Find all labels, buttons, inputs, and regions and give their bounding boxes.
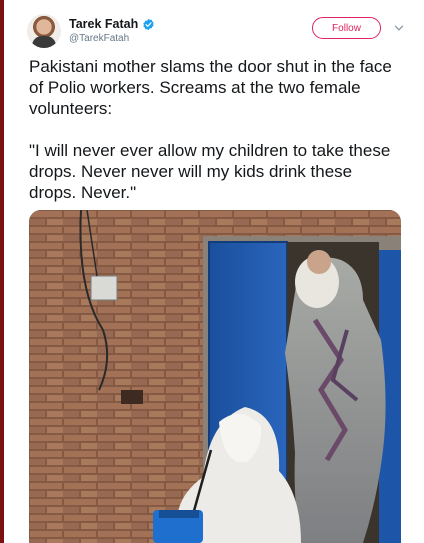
tweet-paragraph-1: Pakistani mother slams the door shut in … [29,57,392,118]
author-avatar[interactable] [27,14,61,48]
author-handle[interactable]: @TarekFatah [69,33,129,44]
chevron-down-icon[interactable] [393,22,405,34]
tweet-header: Tarek Fatah @TarekFatah Follow [27,12,417,52]
author-name-row[interactable]: Tarek Fatah [69,16,155,32]
electric-meter [90,275,118,301]
verified-badge-icon [143,18,154,30]
avatar-figure [32,36,56,48]
tweet-paragraph-2: "I will never ever allow my children to … [29,141,391,202]
follow-button[interactable]: Follow [312,17,381,39]
author-name[interactable]: Tarek Fatah [69,17,138,31]
video-frame [29,210,401,543]
tweet-text: Pakistani mother slams the door shut in … [29,56,401,203]
tweet-video[interactable] [29,210,401,543]
tweet-card: Tarek Fatah @TarekFatah Follow Pakistani… [4,0,424,543]
